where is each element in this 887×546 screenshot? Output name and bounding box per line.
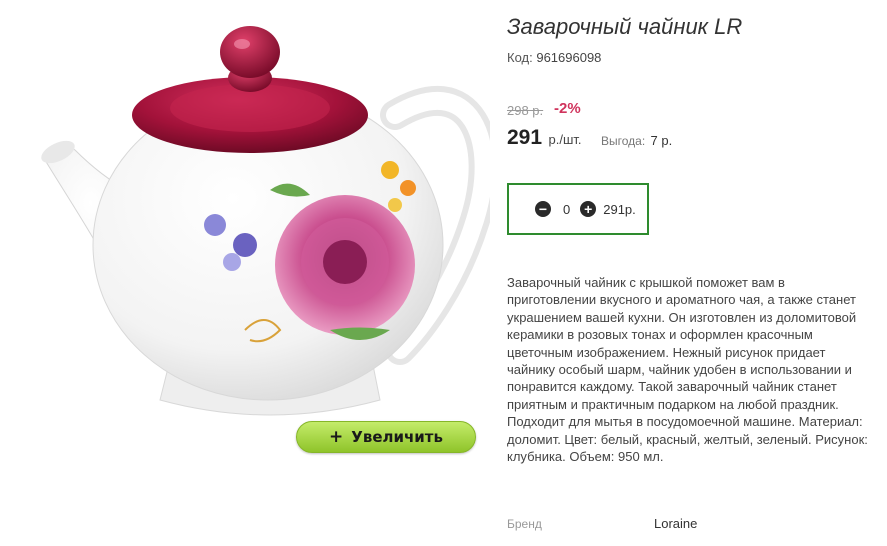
product-image-area: + Увеличить — [0, 0, 490, 470]
current-price: 291 — [507, 126, 543, 149]
plus-icon[interactable]: + — [580, 201, 597, 217]
benefit-label: Выгода: — [601, 134, 646, 148]
product-description: Заварочный чайник с крышкой поможет вам … — [507, 275, 868, 465]
zoom-button[interactable]: + Увеличить — [296, 421, 476, 453]
discount-badge: -2% — [554, 100, 581, 117]
price-unit: р./шт. — [548, 132, 582, 147]
benefit: Выгода: 7 р. — [601, 133, 672, 148]
quantity-total: 291р. — [603, 201, 636, 217]
benefit-value: 7 р. — [650, 133, 673, 148]
product-code-label: Код: — [507, 50, 533, 65]
product-title: Заварочный чайник LR — [507, 14, 743, 39]
product-code-value: 961696098 — [536, 50, 602, 65]
quantity-selector: − 0 + 291р. — [507, 183, 649, 235]
product-code: Код: 961696098 — [507, 50, 601, 65]
minus-icon[interactable]: − — [535, 201, 551, 217]
quantity-controls: − 0 + 291р. — [535, 201, 636, 217]
brand-value: Loraine — [654, 516, 698, 531]
brand-label: Бренд — [507, 517, 542, 531]
teapot-image[interactable] — [0, 0, 490, 470]
quantity-value[interactable]: 0 — [563, 202, 570, 217]
zoom-button-label: Увеличить — [351, 428, 443, 446]
zoom-plus-icon: + — [329, 427, 344, 447]
old-price: 298 р. — [507, 103, 544, 118]
price-row: 291 р./шт. — [507, 126, 582, 150]
